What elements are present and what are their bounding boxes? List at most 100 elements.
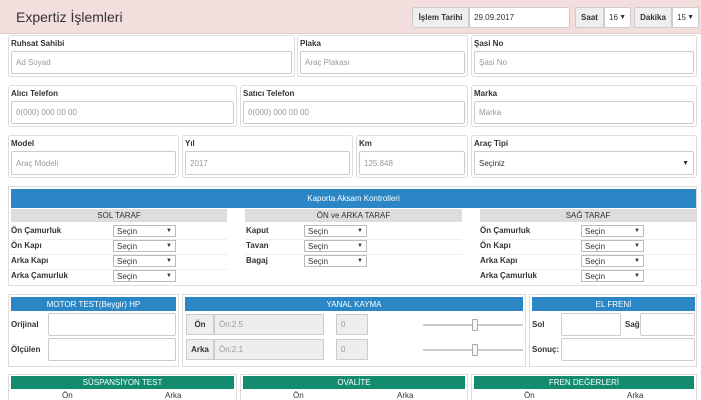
chevron-down-icon: ▼ — [166, 273, 172, 279]
suspansiyon-col-arka: Arka — [165, 391, 182, 400]
sag-taraf-title: SAĞ TARAF — [480, 209, 696, 222]
hour-select[interactable]: 16 ▼ — [604, 7, 631, 28]
select-value: Seçin — [585, 241, 606, 251]
chevron-down-icon: ▼ — [357, 228, 363, 234]
olculen-label: Ölçülen — [11, 345, 41, 354]
sol-taraf-title: SOL TARAF — [11, 209, 227, 222]
orijinal-input[interactable] — [48, 313, 176, 336]
model-label: Model — [11, 139, 35, 148]
sol-row-label: Arka Kapı — [11, 256, 49, 265]
yanal-on-value: 0 — [336, 314, 368, 335]
sag-row-label: Ön Çamurluk — [480, 226, 531, 235]
motor-title: MOTOR TEST(Beygir) HP — [11, 297, 176, 311]
marka-label: Marka — [474, 89, 498, 98]
arac-tipi-select[interactable]: Seçiniz ▼ — [474, 151, 694, 175]
elfreni-title: EL FRENİ — [532, 297, 695, 311]
plaka-input[interactable]: Araç Plakası — [300, 51, 465, 74]
select-value: Seçin — [585, 256, 606, 266]
sag-row-select[interactable]: Seçin ▼ — [581, 240, 644, 252]
ruhsat-label: Ruhsat Sahibi — [11, 39, 65, 48]
yil-input[interactable]: 2017 — [185, 151, 350, 175]
sol-row-select[interactable]: Seçin ▼ — [113, 240, 176, 252]
sol-input[interactable] — [561, 313, 621, 336]
on-arka-row-label: Bagaj — [246, 256, 268, 265]
minute-value: 15 — [677, 13, 686, 22]
yanal-title: YANAL KAYMA — [185, 297, 523, 311]
sasi-label: Şasi No — [474, 39, 504, 48]
select-value: Seçin — [117, 271, 138, 281]
ovalite-title: OVALİTE — [243, 376, 465, 389]
date-input[interactable]: 29.09.2017 — [469, 7, 570, 28]
sonuc-input[interactable] — [561, 338, 695, 361]
select-value: Seçin — [585, 271, 606, 281]
sag-row-select[interactable]: Seçin ▼ — [581, 270, 644, 282]
chevron-down-icon: ▼ — [682, 159, 689, 167]
chevron-down-icon: ▼ — [634, 258, 640, 264]
sag-row-label: Arka Kapı — [480, 256, 518, 265]
chevron-down-icon: ▼ — [634, 243, 640, 249]
fren-title: FREN DEĞERLERİ — [474, 376, 694, 389]
km-label: Km — [359, 139, 372, 148]
sol-row-select[interactable]: Seçin ▼ — [113, 225, 176, 237]
marka-input[interactable]: Marka — [474, 101, 694, 124]
hour-label: Saat — [575, 7, 604, 28]
on-arka-row-select[interactable]: Seçin ▼ — [304, 255, 367, 267]
yanal-arka-slider-handle[interactable] — [472, 344, 478, 356]
on-arka-row-label: Tavan — [246, 241, 269, 250]
satici-input[interactable]: 0(000) 000 00 00 — [243, 101, 465, 124]
yanal-arka-value: 0 — [336, 339, 368, 360]
yanal-arka-label: Arka — [186, 339, 214, 360]
on-arka-row-label: Kaput — [246, 226, 269, 235]
chevron-down-icon: ▼ — [687, 14, 694, 21]
on-arka-title: ÖN ve ARKA TARAF — [245, 209, 462, 222]
chevron-down-icon: ▼ — [357, 243, 363, 249]
yanal-on-slider-handle[interactable] — [472, 319, 478, 331]
yanal-arka-reference: Ön:2.1 — [214, 339, 324, 360]
sol-row-select[interactable]: Seçin ▼ — [113, 255, 176, 267]
minute-select[interactable]: 15 ▼ — [672, 7, 699, 28]
select-value: Seçin — [308, 241, 329, 251]
select-value: Seçin — [117, 256, 138, 266]
suspansiyon-col-on: Ön — [62, 391, 73, 400]
ovalite-col-on: Ön — [293, 391, 304, 400]
yanal-on-reference: Ön:2.5 — [214, 314, 324, 335]
fren-col-on: Ön — [524, 391, 535, 400]
on-arka-row-select[interactable]: Seçin ▼ — [304, 225, 367, 237]
sag-row-select[interactable]: Seçin ▼ — [581, 255, 644, 267]
sag-row-label: Arka Çamurluk — [480, 271, 537, 280]
sonuc-label: Sonuç: — [532, 345, 560, 354]
sasi-input[interactable]: Şasi No — [474, 51, 694, 74]
date-label: İşlem Tarihi — [412, 7, 469, 28]
arac-tipi-label: Araç Tipi — [474, 139, 509, 148]
chevron-down-icon: ▼ — [166, 243, 172, 249]
orijinal-label: Orijinal — [11, 320, 39, 329]
on-arka-row-select[interactable]: Seçin ▼ — [304, 240, 367, 252]
chevron-down-icon: ▼ — [634, 228, 640, 234]
select-value: Seçin — [117, 241, 138, 251]
alici-input[interactable]: 0(000) 000 00 00 — [11, 101, 234, 124]
sag-row-label: Ön Kapı — [480, 241, 511, 250]
arac-tipi-value: Seçiniz — [479, 158, 505, 168]
sag-label: Sağ — [625, 320, 640, 329]
sag-input[interactable] — [640, 313, 695, 336]
select-value: Seçin — [308, 256, 329, 266]
yil-label: Yıl — [185, 139, 195, 148]
sol-label: Sol — [532, 320, 545, 329]
plaka-label: Plaka — [300, 39, 321, 48]
alici-label: Alıcı Telefon — [11, 89, 58, 98]
suspansiyon-title: SÜSPANSİYON TEST — [11, 376, 234, 389]
ruhsat-input[interactable]: Ad Soyad — [11, 51, 292, 74]
hour-value: 16 — [609, 13, 618, 22]
sol-row-label: Ön Kapı — [11, 241, 42, 250]
kaporta-title: Kaporta Aksam Kontrolleri — [11, 189, 696, 208]
km-input[interactable]: 125.848 — [359, 151, 465, 175]
olculen-input[interactable] — [48, 338, 176, 361]
yanal-on-label: Ön — [186, 314, 214, 335]
sol-row-select[interactable]: Seçin ▼ — [113, 270, 176, 282]
sol-row-label: Ön Çamurluk — [11, 226, 62, 235]
sag-row-select[interactable]: Seçin ▼ — [581, 225, 644, 237]
ovalite-col-arka: Arka — [397, 391, 414, 400]
model-input[interactable]: Araç Modeli — [11, 151, 176, 175]
minute-label: Dakika — [634, 7, 672, 28]
select-value: Seçin — [117, 226, 138, 236]
